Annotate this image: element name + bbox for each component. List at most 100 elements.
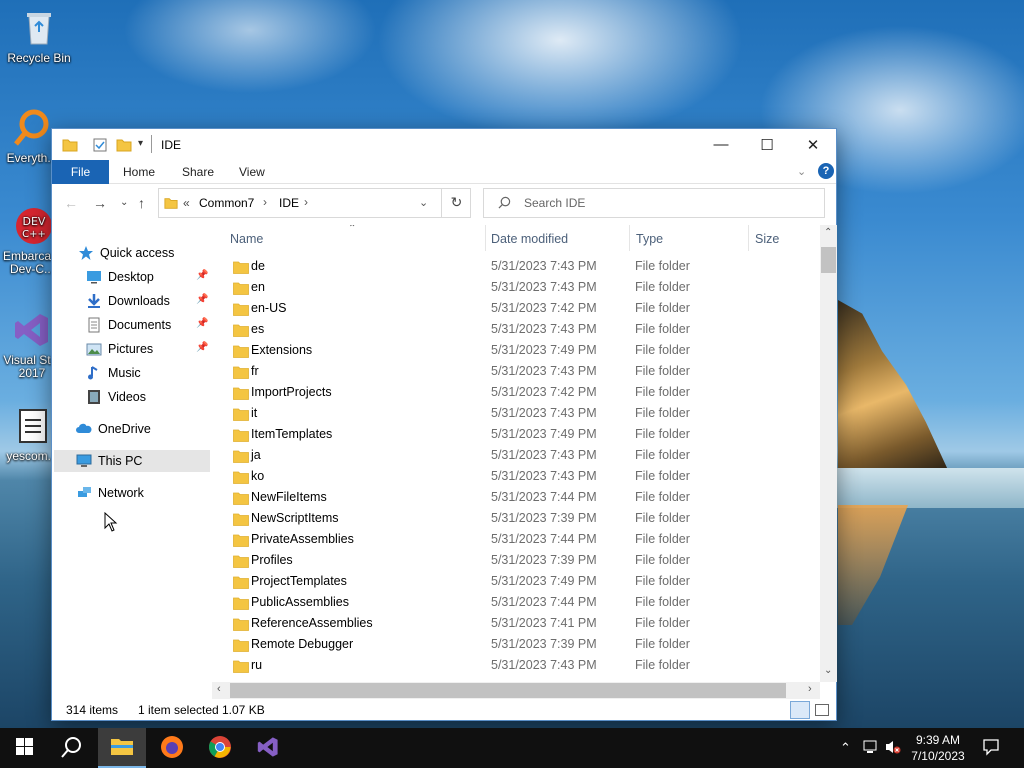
- file-list[interactable]: ⌃ Name Date modified Type Size CommonExt…: [227, 225, 837, 690]
- desktop-icon-recycle-bin[interactable]: Recycle Bin: [1, 8, 77, 65]
- horizontal-scrollbar[interactable]: ‹ ›: [212, 682, 820, 699]
- pin-icon[interactable]: 📌: [196, 294, 208, 305]
- table-row[interactable]: ko 5/31/2023 7:43 PM File folder: [227, 466, 817, 487]
- recent-locations-chevron-icon[interactable]: ⌄: [120, 197, 128, 208]
- minimize-button[interactable]: —: [698, 129, 744, 160]
- nav-pictures[interactable]: Pictures: [86, 338, 153, 360]
- tab-home[interactable]: Home: [111, 160, 167, 184]
- nav-desktop[interactable]: Desktop: [86, 266, 154, 288]
- table-row[interactable]: it 5/31/2023 7:43 PM File folder: [227, 403, 817, 424]
- refresh-button[interactable]: ↻: [441, 188, 471, 218]
- table-row[interactable]: PrivateAssemblies 5/31/2023 7:44 PM File f…: [227, 529, 817, 550]
- address-bar[interactable]: « Common7 › IDE › ⌄: [158, 188, 471, 218]
- network-status-icon[interactable]: [862, 739, 880, 758]
- file-name: ja: [251, 448, 261, 462]
- wallpaper-beach: [836, 468, 1024, 508]
- table-row[interactable]: PublicAssemblies 5/31/2023 7:44 PM File fo…: [227, 592, 817, 613]
- start-button[interactable]: [0, 728, 48, 768]
- action-center-icon[interactable]: [982, 738, 1000, 759]
- horizontal-scroll-thumb[interactable]: [230, 683, 786, 698]
- pin-icon[interactable]: 📌: [196, 270, 208, 281]
- nav-onedrive[interactable]: OneDrive: [76, 418, 151, 440]
- table-row[interactable]: ReferenceAssemblies 5/31/2023 7:41 PM File…: [227, 613, 817, 634]
- column-divider[interactable]: [485, 225, 486, 251]
- nav-this-pc[interactable]: This PC: [54, 450, 210, 472]
- status-item-count: 314 items: [66, 703, 119, 717]
- table-row[interactable]: ja 5/31/2023 7:43 PM File folder: [227, 445, 817, 466]
- address-part-common7[interactable]: Common7: [199, 196, 254, 210]
- tab-file[interactable]: File: [52, 160, 109, 184]
- scroll-up-icon[interactable]: ⌃: [824, 227, 832, 238]
- table-row[interactable]: Extensions 5/31/2023 7:49 PM File folder: [227, 340, 817, 361]
- chevron-down-icon[interactable]: ▾: [138, 138, 143, 149]
- table-row[interactable]: NewFileItems 5/31/2023 7:44 PM File folder: [227, 487, 817, 508]
- address-dropdown-icon[interactable]: ⌄: [419, 196, 428, 209]
- column-header-size[interactable]: Size: [755, 229, 779, 249]
- address-separator[interactable]: ›: [304, 195, 308, 209]
- scroll-down-icon[interactable]: ⌄: [824, 665, 832, 676]
- pin-icon[interactable]: 📌: [196, 318, 208, 329]
- address-part-ide[interactable]: IDE: [279, 196, 299, 210]
- column-divider[interactable]: [629, 225, 630, 251]
- search-button[interactable]: [48, 728, 96, 768]
- up-arrow-icon[interactable]: ↑: [138, 195, 145, 211]
- show-hidden-icons-chevron-icon[interactable]: ⌃: [840, 740, 851, 756]
- table-row[interactable]: Profiles 5/31/2023 7:39 PM File folder: [227, 550, 817, 571]
- file-explorer-window[interactable]: ▾ IDE — ☐ ✕ File Home Share View ⌄ ? ← →…: [51, 128, 837, 721]
- column-divider[interactable]: [748, 225, 749, 251]
- details-view-icon[interactable]: [790, 701, 810, 719]
- table-row[interactable]: es 5/31/2023 7:43 PM File folder: [227, 319, 817, 340]
- nav-downloads[interactable]: Downloads: [86, 290, 170, 312]
- column-header-date[interactable]: Date modified: [491, 229, 568, 249]
- vertical-scroll-thumb[interactable]: [821, 247, 836, 273]
- refresh-icon: ↻: [450, 194, 463, 210]
- table-row[interactable]: de 5/31/2023 7:43 PM File folder: [227, 256, 817, 277]
- nav-quick-access[interactable]: Quick access: [78, 242, 174, 264]
- table-row[interactable]: ru 5/31/2023 7:43 PM File folder: [227, 655, 817, 676]
- taskbar-file-explorer[interactable]: [98, 728, 146, 768]
- taskbar-chrome[interactable]: [196, 728, 244, 768]
- back-arrow-icon[interactable]: ←: [64, 195, 78, 211]
- table-row[interactable]: ProjectTemplates 5/31/2023 7:49 PM File fo…: [227, 571, 817, 592]
- properties-icon[interactable]: [92, 137, 108, 156]
- scroll-right-icon[interactable]: ›: [808, 683, 812, 695]
- pin-icon[interactable]: 📌: [196, 342, 208, 353]
- address-separator[interactable]: ›: [263, 195, 267, 209]
- table-row[interactable]: Remote Debugger 5/31/2023 7:39 PM File fol…: [227, 634, 817, 655]
- search-box[interactable]: Search IDE: [483, 188, 825, 218]
- scroll-left-icon[interactable]: ‹: [217, 683, 221, 695]
- nav-music[interactable]: Music: [86, 362, 141, 384]
- forward-arrow-icon[interactable]: →: [93, 195, 107, 211]
- taskbar-firefox[interactable]: [148, 728, 196, 768]
- table-row[interactable]: ImportProjects 5/31/2023 7:42 PM File fold…: [227, 382, 817, 403]
- tab-share[interactable]: Share: [170, 160, 226, 184]
- file-type: File folder: [635, 574, 690, 588]
- table-row[interactable]: en 5/31/2023 7:43 PM File folder: [227, 277, 817, 298]
- vertical-scrollbar[interactable]: ⌃ ⌄: [820, 225, 837, 682]
- address-overflow[interactable]: «: [183, 196, 190, 210]
- nav-documents[interactable]: Documents: [86, 314, 171, 336]
- column-header-name[interactable]: Name: [230, 229, 263, 249]
- taskbar-visual-studio[interactable]: [244, 728, 292, 768]
- table-row[interactable]: fr 5/31/2023 7:43 PM File folder: [227, 361, 817, 382]
- taskbar-clock[interactable]: 9:39 AM 7/10/2023: [904, 732, 972, 764]
- tab-view[interactable]: View: [227, 160, 277, 184]
- table-row[interactable]: en-US 5/31/2023 7:42 PM File folder: [227, 298, 817, 319]
- large-icons-view-icon[interactable]: [815, 704, 829, 716]
- title-bar[interactable]: ▾ IDE — ☐ ✕: [52, 129, 836, 160]
- table-row[interactable]: NewScriptItems 5/31/2023 7:39 PM File fold…: [227, 508, 817, 529]
- folder-icon: [233, 407, 249, 421]
- nav-label: Music: [108, 366, 141, 380]
- new-folder-icon[interactable]: [116, 137, 132, 156]
- help-icon[interactable]: ?: [818, 163, 834, 179]
- volume-muted-icon[interactable]: [884, 739, 902, 758]
- file-type: File folder: [635, 532, 690, 546]
- nav-videos[interactable]: Videos: [86, 386, 146, 408]
- chevron-down-icon[interactable]: ⌄: [797, 165, 806, 178]
- close-button[interactable]: ✕: [790, 129, 836, 160]
- music-icon: [86, 365, 102, 381]
- maximize-button[interactable]: ☐: [744, 129, 790, 160]
- column-header-type[interactable]: Type: [636, 229, 663, 249]
- table-row[interactable]: ItemTemplates 5/31/2023 7:49 PM File folde…: [227, 424, 817, 445]
- nav-network[interactable]: Network: [76, 482, 144, 504]
